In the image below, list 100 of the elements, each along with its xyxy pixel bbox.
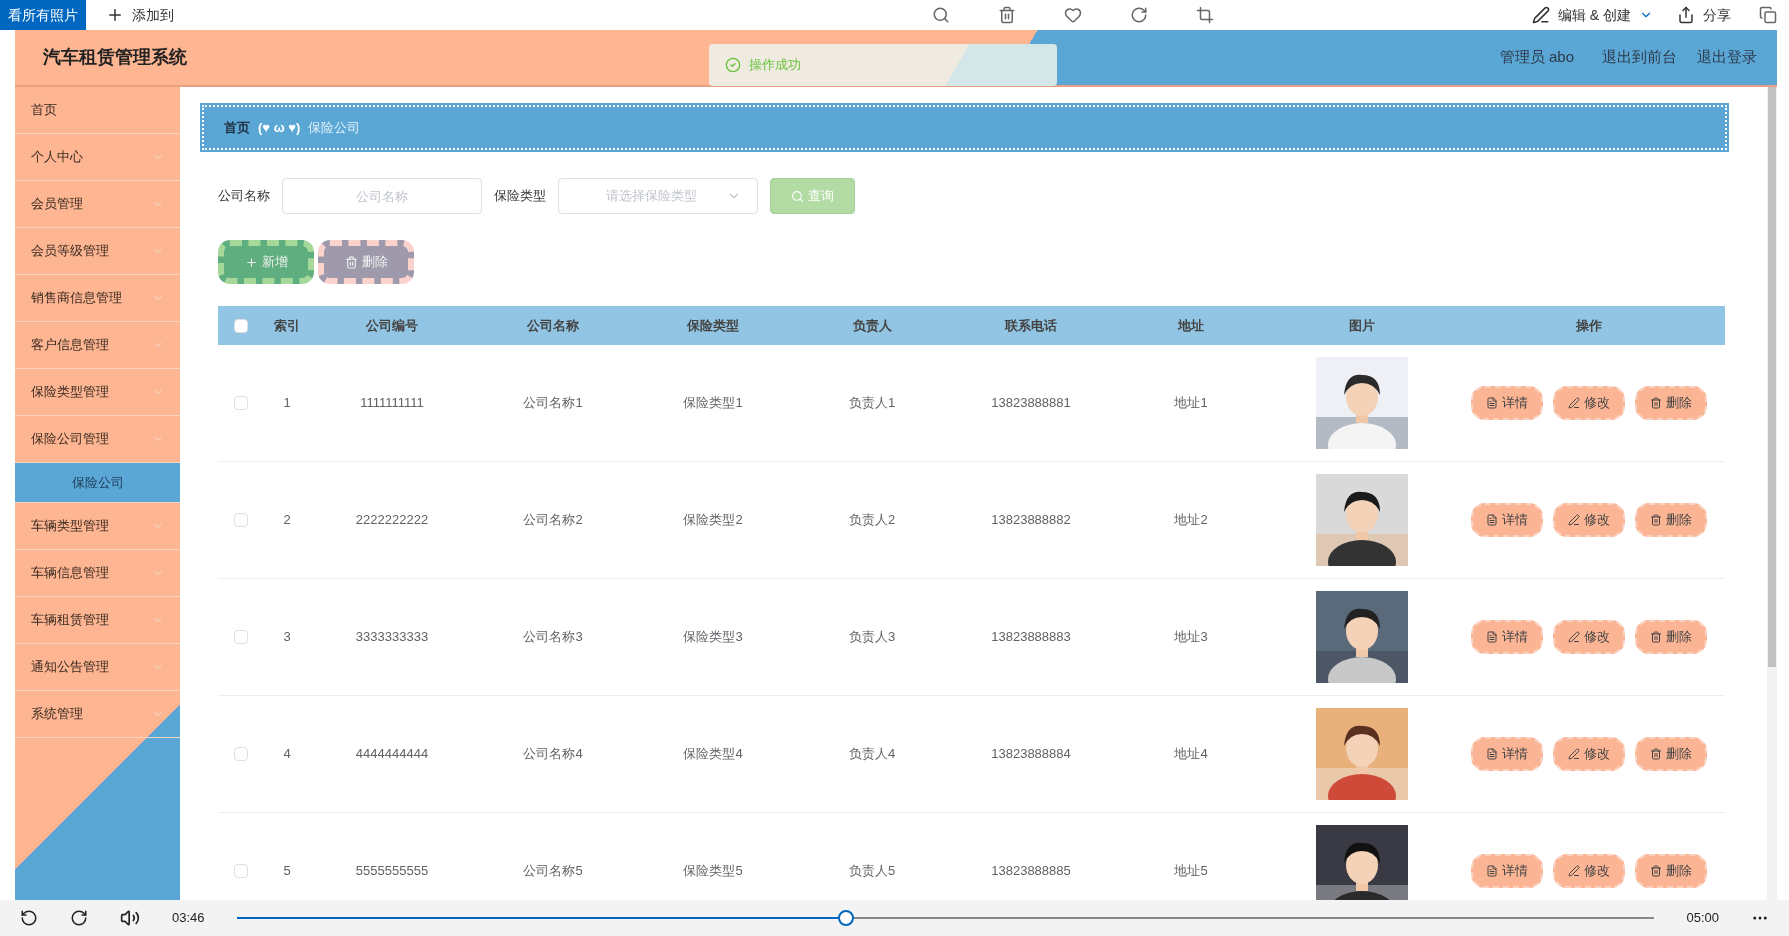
zoom-icon[interactable] <box>931 6 950 24</box>
row-checkbox[interactable] <box>233 747 248 761</box>
crop-icon[interactable] <box>1195 6 1214 24</box>
sidebar-item[interactable]: 保险类型管理 <box>15 369 180 416</box>
delete-button[interactable]: 删除 <box>1635 503 1707 537</box>
document-icon <box>1486 397 1498 409</box>
trash-icon[interactable] <box>997 6 1016 24</box>
delete-button[interactable]: 删除 <box>1635 737 1707 771</box>
column-header: 操作 <box>1575 316 1603 335</box>
breadcrumb-separator: (♥ ω ♥) <box>258 118 301 137</box>
pen-icon <box>1568 631 1580 643</box>
table-cell-text: 地址1 <box>1173 394 1209 413</box>
table-cell-text: 2 <box>282 511 292 530</box>
share-button[interactable]: 分享 <box>1661 4 1747 26</box>
table-cell-text: 公司名称5 <box>522 862 584 881</box>
plus-icon <box>244 255 258 269</box>
trash-icon <box>1650 748 1662 760</box>
volume-icon[interactable] <box>120 908 140 928</box>
table-cell-text: 公司名称3 <box>522 628 584 647</box>
sidebar-item[interactable]: 系统管理 <box>15 691 180 738</box>
sidebar-subitem[interactable]: 保险公司 <box>15 463 180 503</box>
sidebar-item[interactable]: 车辆类型管理 <box>15 503 180 550</box>
breadcrumb-link[interactable]: 首页 <box>224 117 250 138</box>
header-checkbox[interactable] <box>233 318 248 333</box>
copy-icon[interactable] <box>1759 6 1777 24</box>
details-button[interactable]: 详情 <box>1471 386 1543 420</box>
row-checkbox[interactable] <box>233 630 248 644</box>
table-cell-text: 保险类型4 <box>682 745 744 764</box>
table-cell-text: 4 <box>282 745 292 764</box>
rewind-icon[interactable] <box>20 909 38 927</box>
photos-button[interactable]: 看所有照片 <box>0 0 86 30</box>
table-cell-text: 保险类型5 <box>682 862 744 881</box>
delete-button[interactable]: 删除 <box>1635 854 1707 888</box>
trash-icon <box>344 255 358 269</box>
details-button[interactable]: 详情 <box>1471 620 1543 654</box>
table-cell-text: 13823888885 <box>990 862 1072 881</box>
success-icon <box>725 57 741 73</box>
scrollbar[interactable] <box>1767 87 1777 900</box>
edit-button[interactable]: 修改 <box>1553 620 1625 654</box>
pen-icon <box>1568 514 1580 526</box>
sidebar-item[interactable]: 车辆租赁管理 <box>15 597 180 644</box>
user-label: 管理员 abo <box>1499 47 1574 68</box>
table-cell-text: 负责人3 <box>847 628 897 647</box>
table-cell-text: 公司名称2 <box>522 511 584 530</box>
table-cell-text: 1 <box>282 394 292 413</box>
table-cell-text: 5555555555 <box>354 862 430 881</box>
document-icon <box>1486 748 1498 760</box>
sidebar-item[interactable]: 会员等级管理 <box>15 228 180 275</box>
seek-thumb[interactable] <box>838 910 855 926</box>
forward-icon[interactable] <box>70 909 88 927</box>
sidebar-item[interactable]: 个人中心 <box>15 134 180 181</box>
search-icon <box>791 189 804 203</box>
table-cell-text: 公司名称1 <box>522 394 584 413</box>
share-icon <box>1677 6 1695 24</box>
header-link[interactable]: 退出登录 <box>1697 46 1757 69</box>
table-cell-text: 保险类型2 <box>682 511 744 530</box>
table-cell-text: 保险类型3 <box>682 628 744 647</box>
details-button[interactable]: 详情 <box>1471 737 1543 771</box>
table-cell-text: 1111111111 <box>359 394 425 413</box>
app-title: 汽车租赁管理系统 <box>43 46 187 69</box>
row-checkbox[interactable] <box>233 513 248 527</box>
column-header: 公司编号 <box>365 316 419 335</box>
row-checkbox[interactable] <box>233 396 248 410</box>
sidebar-item[interactable]: 会员管理 <box>15 181 180 228</box>
total-time: 05:00 <box>1686 909 1719 928</box>
column-header: 地址 <box>1176 316 1205 335</box>
table-cell-text: 5 <box>282 862 292 881</box>
toast-message: 操作成功 <box>749 56 801 75</box>
delete-button[interactable]: 删除 <box>1635 620 1707 654</box>
add-to-button[interactable]: 添加到 <box>98 4 182 26</box>
table-cell-text: 13823888884 <box>990 745 1072 764</box>
edit-button[interactable]: 修改 <box>1553 386 1625 420</box>
document-icon <box>1486 865 1498 877</box>
details-button[interactable]: 详情 <box>1471 854 1543 888</box>
trash-icon <box>1650 514 1662 526</box>
details-button[interactable]: 详情 <box>1471 503 1543 537</box>
field-label: 公司名称 <box>218 187 270 206</box>
rotate-icon[interactable] <box>1129 6 1148 24</box>
header-link[interactable]: 退出到前台 <box>1602 46 1677 69</box>
table-cell-text: 负责人4 <box>847 745 897 764</box>
edit-button[interactable]: 修改 <box>1553 737 1625 771</box>
sidebar-item[interactable]: 车辆信息管理 <box>15 550 180 597</box>
field-label: 保险类型 <box>494 187 546 206</box>
heart-icon[interactable] <box>1063 6 1082 24</box>
sidebar-item[interactable]: 销售商信息管理 <box>15 275 180 322</box>
document-icon <box>1486 514 1498 526</box>
sidebar-item[interactable]: 通知公告管理 <box>15 644 180 691</box>
pen-icon <box>1531 6 1550 24</box>
edit-button[interactable]: 修改 <box>1553 503 1625 537</box>
table-cell-text: 3 <box>282 628 292 647</box>
table-cell-text: 负责人2 <box>847 511 897 530</box>
edit-create-button[interactable]: 编辑 & 创建 <box>1523 4 1661 26</box>
sidebar-item[interactable]: 首页 <box>15 87 180 134</box>
sidebar-item[interactable]: 客户信息管理 <box>15 322 180 369</box>
trash-icon <box>1650 631 1662 643</box>
delete-button[interactable]: 删除 <box>1635 386 1707 420</box>
edit-button[interactable]: 修改 <box>1553 854 1625 888</box>
row-checkbox[interactable] <box>233 864 248 878</box>
table-cell-text: 公司名称4 <box>522 745 584 764</box>
pen-icon <box>1568 865 1580 877</box>
